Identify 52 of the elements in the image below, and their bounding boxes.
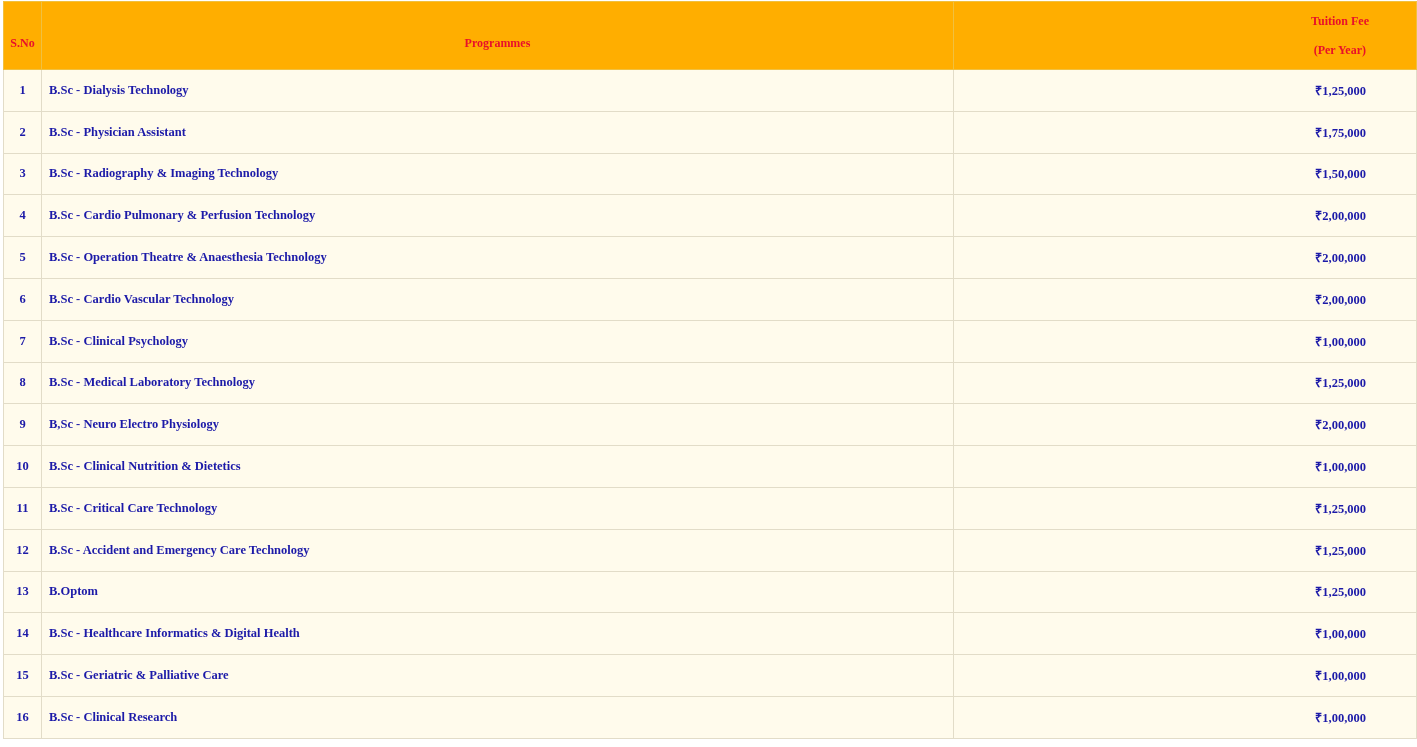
table-cell: 8 [19, 375, 26, 390]
table-cell: 14 [16, 626, 29, 641]
table-cell: 10 [16, 459, 29, 474]
column-header: Tuition Fee [1311, 13, 1369, 29]
table-cell: ₹1,00,000 [1315, 669, 1366, 684]
table-cell: ₹2,00,000 [1315, 209, 1366, 224]
table-cell: ₹1,25,000 [1315, 501, 1366, 516]
table-cell: B.Sc - Radiography & Imaging Technology [49, 166, 279, 181]
table-cell: ₹2,00,000 [1315, 251, 1366, 266]
column-header: S.No [10, 36, 35, 51]
table-cell: 1 [19, 82, 26, 97]
table-cell: B.Sc - Accident and Emergency Care Technology [49, 542, 310, 557]
table-cell: B.Sc - Clinical Research [49, 709, 178, 724]
table-cell: 12 [16, 542, 29, 557]
table-cell: ₹1,25,000 [1315, 376, 1366, 391]
column-header: (Per Year) [1313, 42, 1366, 58]
table-cell: ₹1,25,000 [1315, 585, 1366, 600]
table-cell: B.Sc - Critical Care Technology [49, 500, 218, 515]
table-cell: ₹1,00,000 [1315, 710, 1366, 725]
table-cell: ₹1,00,000 [1315, 460, 1366, 475]
table-cell: ₹1,00,000 [1315, 334, 1366, 349]
table-cell: ₹2,00,000 [1315, 418, 1366, 433]
table-cell: B,Sc - Neuro Electro Physiology [49, 417, 219, 432]
table-cell: 2 [19, 124, 26, 139]
table-cell: 16 [16, 709, 29, 724]
table-cell: B.Sc - Physician Assistant [49, 124, 186, 139]
table-cell: B.Sc - Cardio Vascular Technology [49, 291, 234, 306]
table-cell: B.Sc - Geriatric & Palliative Care [49, 668, 229, 683]
table-cell: 5 [19, 250, 26, 265]
table-cell: 11 [16, 500, 29, 515]
table-cell: 15 [16, 668, 29, 683]
table-cell: ₹1,25,000 [1315, 83, 1366, 98]
column-header: Programmes [464, 36, 531, 51]
table-cell: 4 [19, 208, 26, 223]
table-cell: ₹2,00,000 [1315, 292, 1366, 307]
table-cell: ₹1,50,000 [1315, 167, 1366, 182]
table-cell: 3 [19, 166, 26, 181]
table-cell: 7 [19, 333, 26, 348]
table-cell: 13 [16, 584, 29, 599]
table-cell: B.Sc - Dialysis Technology [49, 82, 189, 97]
table-cell: ₹1,75,000 [1315, 125, 1366, 140]
table-cell: 9 [19, 417, 26, 432]
table-cell: B.Sc - Operation Theatre & Anaesthesia Technology [49, 250, 327, 265]
table-cell: B.Sc - Clinical Nutrition & Dietetics [49, 459, 241, 474]
table-cell: B.Sc - Clinical Psychology [49, 333, 188, 348]
table-cell: ₹1,25,000 [1315, 543, 1366, 558]
table-cell: ₹1,00,000 [1315, 627, 1366, 642]
table-cell: B.Sc - Healthcare Informatics & Digital Health [49, 626, 300, 641]
table-cell: B.Sc - Medical Laboratory Technology [49, 375, 255, 390]
table-cell: B.Optom [49, 584, 98, 599]
table-cell: B.Sc - Cardio Pulmonary & Perfusion Technology [49, 208, 316, 223]
table-cell: 6 [19, 291, 26, 306]
